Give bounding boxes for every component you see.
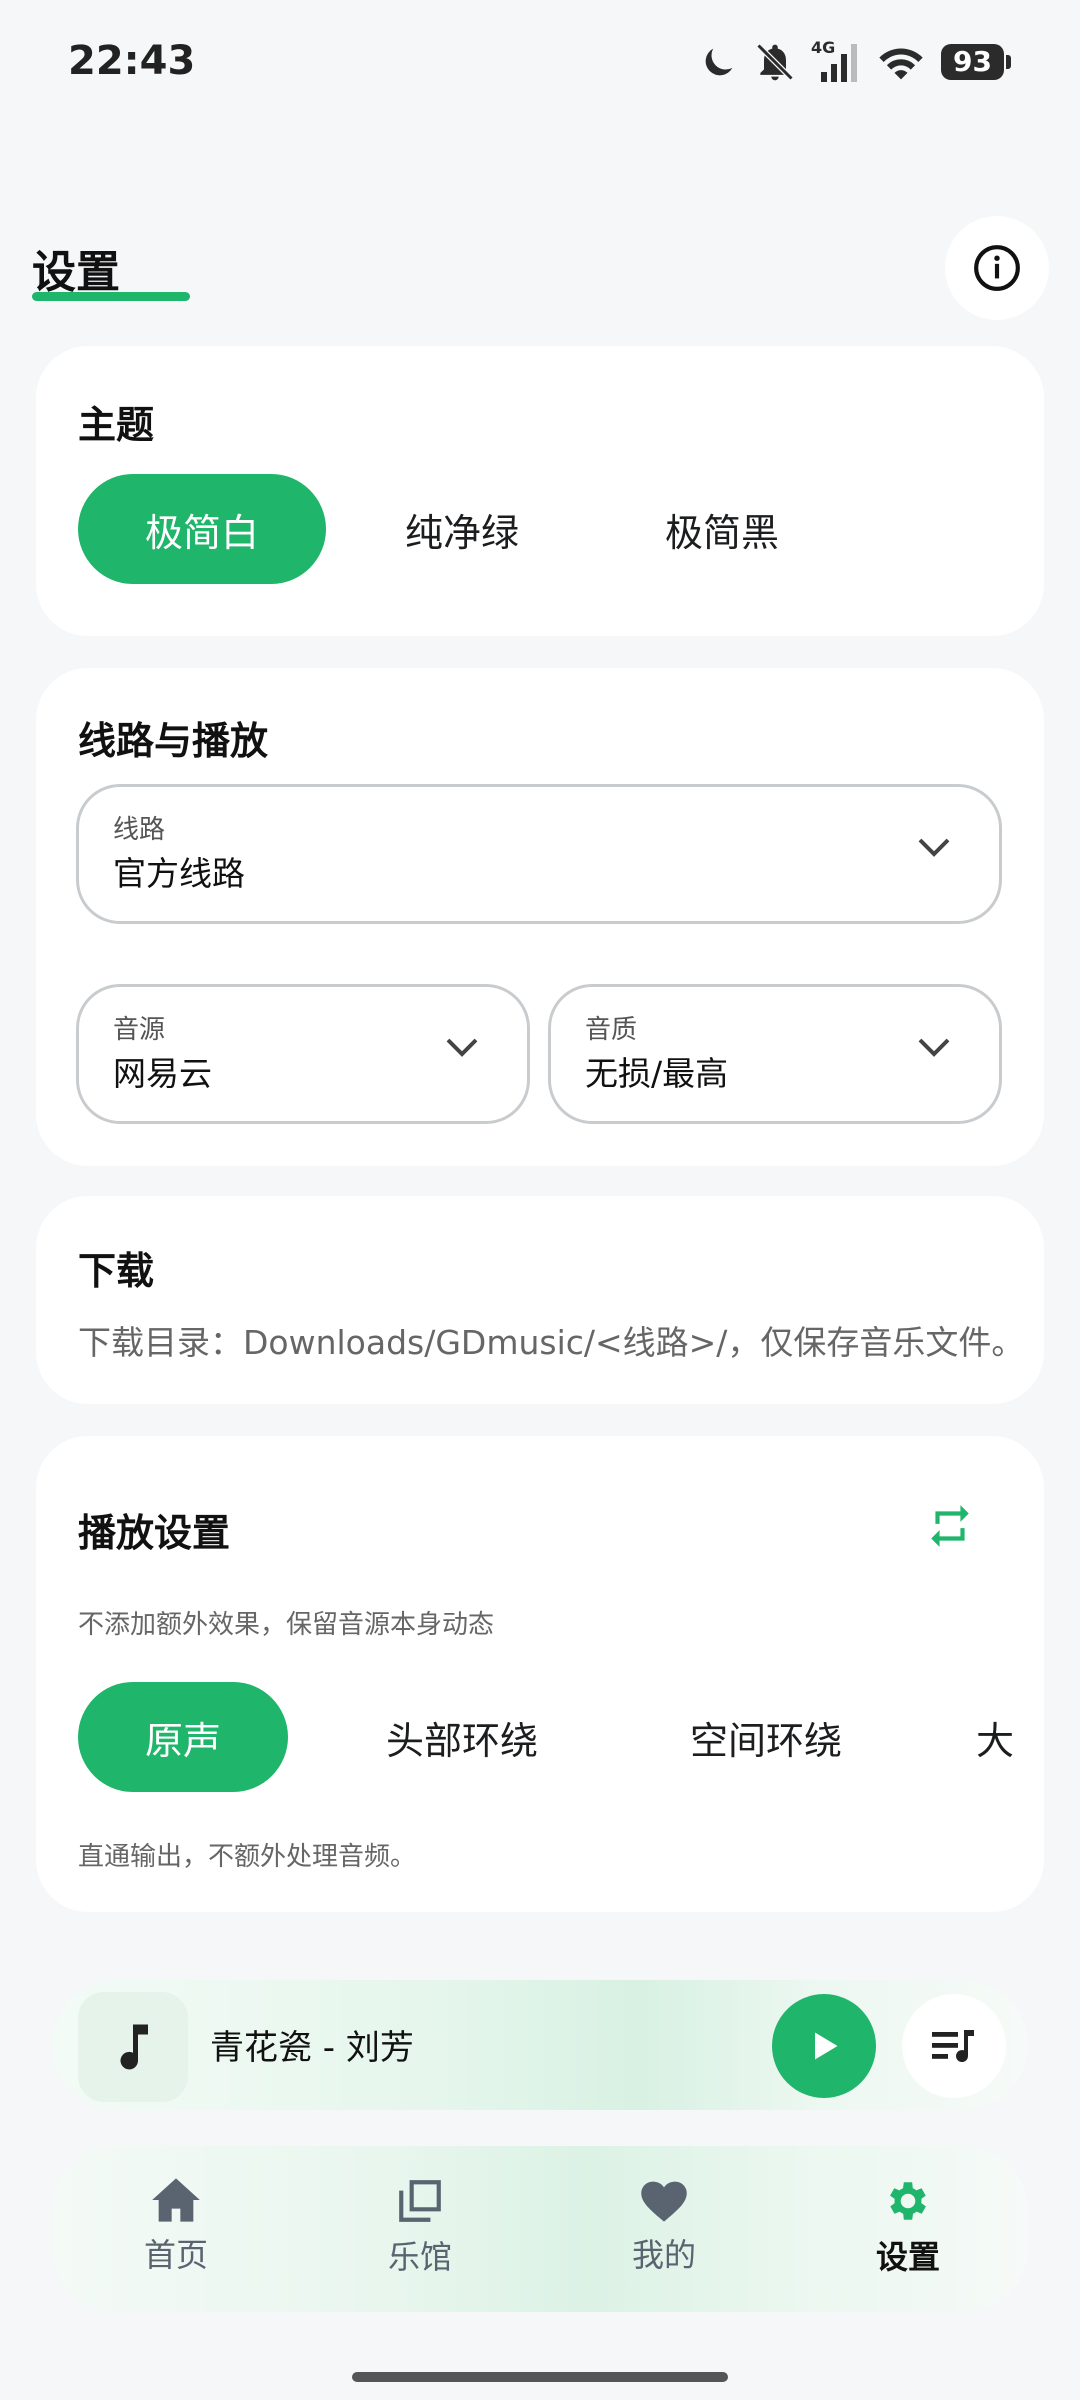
nav-label: 首页 (143, 2236, 208, 2274)
route-card: 线路与播放 线路 官方线路 音源 网易云 音质 无损/最高 (36, 668, 1044, 1166)
music-note-icon (120, 2024, 148, 2070)
theme-option-minimal-white[interactable]: 极简白 (78, 474, 326, 584)
route-select-value: 官方线路 (113, 854, 245, 893)
gear-icon (890, 2182, 926, 2220)
home-icon (152, 2178, 200, 2222)
theme-option-label: 纯净绿 (404, 510, 519, 555)
battery-indicator: 93 (941, 44, 1011, 80)
repeat-icon (931, 1505, 969, 1547)
mode-label: 原声 (144, 1718, 221, 1763)
library-icon (399, 2180, 441, 2222)
mode-label: 头部环绕 (385, 1718, 538, 1763)
playback-subtitle: 不添加额外效果，保留音源本身动态 (78, 1610, 495, 1640)
play-button[interactable] (772, 1994, 876, 2098)
theme-option-minimal-black[interactable]: 极简黑 (598, 474, 846, 584)
bottom-nav: 首页 乐馆 我的 设置 (52, 2146, 1028, 2312)
download-card: 下载 下载目录：Downloads/GDmusic/<线路>/，仅保存音乐文件。 (36, 1196, 1044, 1404)
page-title: 设置 (32, 247, 120, 298)
info-icon (974, 245, 1020, 291)
chevron-down-icon (446, 1038, 478, 1057)
home-indicator (352, 2372, 728, 2382)
mode-more[interactable]: 大 (976, 1682, 1044, 1792)
repeat-button[interactable] (916, 1492, 984, 1560)
album-cover (78, 1992, 188, 2102)
quality-select[interactable]: 音质 无损/最高 (548, 984, 1002, 1124)
info-button[interactable] (945, 216, 1049, 320)
mode-description: 直通输出，不额外处理音频。 (78, 1842, 417, 1872)
nav-item-library[interactable]: 乐馆 (350, 2176, 490, 2278)
title-underline (32, 292, 190, 301)
source-select[interactable]: 音源 网易云 (76, 984, 530, 1124)
chevron-down-icon (918, 1038, 950, 1057)
playlist-icon (932, 2030, 974, 2063)
moon-icon (705, 48, 733, 76)
nav-label: 乐馆 (387, 2238, 452, 2276)
mode-label: 空间环绕 (689, 1718, 842, 1763)
nav-label: 我的 (631, 2236, 696, 2274)
route-title: 线路与播放 (78, 719, 269, 763)
source-select-label: 音源 (113, 1015, 166, 1045)
mode-spatial-surround[interactable]: 空间环绕 (636, 1682, 896, 1792)
play-icon (815, 2032, 838, 2060)
mode-original[interactable]: 原声 (78, 1682, 288, 1792)
quality-select-label: 音质 (585, 1015, 638, 1045)
playback-card: 播放设置 不添加额外效果，保留音源本身动态 原声 头部环绕 空间环绕 大 直通输… (36, 1436, 1044, 1912)
theme-option-label: 极简白 (144, 510, 259, 555)
nav-label: 设置 (875, 2238, 940, 2276)
quality-select-value: 无损/最高 (585, 1054, 729, 1093)
playlist-button[interactable] (902, 1994, 1006, 2098)
nav-item-home[interactable]: 首页 (106, 2176, 246, 2276)
signal-icon (821, 44, 858, 82)
mini-player[interactable]: 青花瓷 - 刘芳 (52, 1980, 1028, 2110)
theme-card: 主题 极简白 纯净绿 极简黑 (36, 346, 1044, 636)
mute-bell-icon (756, 43, 794, 81)
download-title: 下载 (78, 1249, 155, 1293)
status-icons: 4G 93 (699, 38, 1011, 86)
now-playing-title: 青花瓷 - 刘芳 (210, 2028, 414, 2068)
source-select-value: 网易云 (113, 1054, 212, 1093)
download-description: 下载目录：Downloads/GDmusic/<线路>/，仅保存音乐文件。 (78, 1323, 1025, 1362)
signal-indicator: 4G (811, 38, 861, 84)
heart-icon (641, 2181, 687, 2222)
route-select-label: 线路 (113, 815, 166, 845)
theme-option-label: 极简黑 (664, 510, 779, 555)
playback-title: 播放设置 (78, 1511, 231, 1555)
route-select[interactable]: 线路 官方线路 (76, 784, 1002, 924)
theme-title: 主题 (78, 403, 155, 447)
chevron-down-icon (918, 838, 950, 857)
mode-label: 大 (976, 1718, 1015, 1763)
wifi-icon (879, 48, 923, 80)
nav-item-mine[interactable]: 我的 (594, 2176, 734, 2276)
theme-option-pure-green[interactable]: 纯净绿 (338, 474, 586, 584)
mode-head-surround[interactable]: 头部环绕 (332, 1682, 592, 1792)
nav-item-settings[interactable]: 设置 (838, 2176, 978, 2278)
status-time: 22:43 (68, 38, 196, 84)
